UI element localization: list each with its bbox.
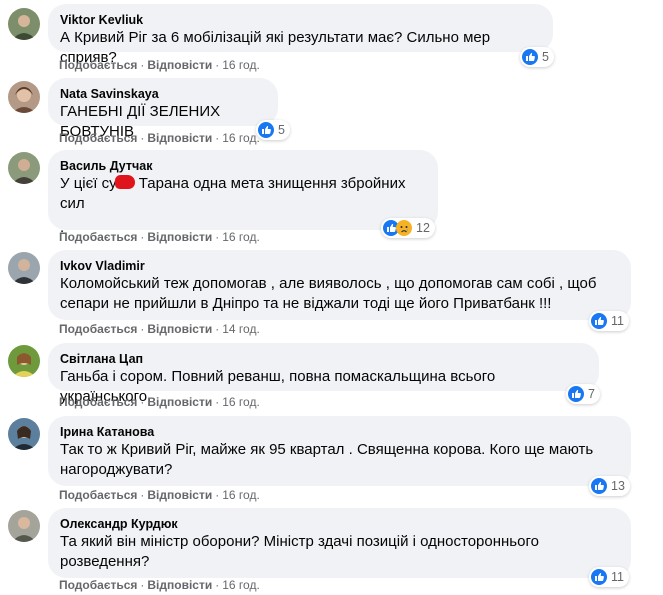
like-icon	[591, 313, 607, 329]
comment-text: У цієї су Тарана одна мета знищення збро…	[60, 175, 410, 212]
comment-text: Та який він міністр оборони? Міністр зда…	[60, 533, 544, 570]
reactions-summary[interactable]: 7	[566, 384, 600, 404]
comment-timestamp[interactable]: 14 год.	[222, 322, 260, 336]
comment-timestamp[interactable]: 16 год.	[222, 131, 260, 145]
comment-author[interactable]: Nata Savinskaya	[60, 86, 266, 102]
comment-bubble: Світлана Цап Ганьба і сором. Повний рева…	[48, 343, 599, 405]
reply-button[interactable]: Відповісти	[147, 578, 212, 592]
reply-button[interactable]: Відповісти	[147, 58, 212, 72]
like-icon	[591, 569, 607, 585]
sad-icon	[396, 220, 412, 236]
redaction-scribble	[114, 175, 135, 189]
comment-bubble: Василь Дутчак У цієї су Тарана одна мета…	[48, 150, 438, 236]
comment-bubble: Олександр Курдюк Та який він міністр обо…	[48, 508, 631, 578]
comment-bubble: Ivkov Vladimir Коломойський теж допомога…	[48, 250, 631, 320]
like-button[interactable]: Подобається	[59, 131, 137, 145]
comment-actions: Подобається · Відповісти · 16 год.	[59, 58, 260, 72]
like-icon	[522, 49, 538, 65]
reactions-summary[interactable]: 5	[256, 120, 290, 140]
reactions-summary[interactable]: 5	[520, 47, 554, 67]
avatar[interactable]	[8, 418, 40, 450]
avatar[interactable]	[8, 152, 40, 184]
avatar[interactable]	[8, 81, 40, 113]
comment-actions: Подобається · Відповісти · 16 год.	[59, 488, 260, 502]
like-icon	[258, 122, 274, 138]
comment-actions: Подобається · Відповісти · 16 год.	[59, 578, 260, 592]
like-button[interactable]: Подобається	[59, 488, 137, 502]
reply-button[interactable]: Відповісти	[147, 322, 212, 336]
comment-bubble: Ірина Катанова Так то ж Кривий Ріг, майж…	[48, 416, 631, 486]
reaction-count: 5	[542, 50, 549, 64]
reply-button[interactable]: Відповісти	[147, 230, 212, 244]
comment-author[interactable]: Viktor Kevliuk	[60, 12, 541, 28]
comment-timestamp[interactable]: 16 год.	[222, 488, 260, 502]
avatar[interactable]	[8, 252, 40, 284]
comment-author[interactable]: Ірина Катанова	[60, 424, 619, 440]
like-icon	[591, 478, 607, 494]
comment-text: Коломойський теж допомогав , але вияволо…	[60, 275, 601, 312]
like-button[interactable]: Подобається	[59, 322, 137, 336]
avatar[interactable]	[8, 345, 40, 377]
comment-actions: Подобається · Відповісти · 16 год.	[59, 131, 260, 145]
avatar[interactable]	[8, 8, 40, 40]
comment-bubble: Nata Savinskaya ГАНЕБНІ ДІЇ ЗЕЛЕНИХ БОВТ…	[48, 78, 278, 140]
reply-button[interactable]: Відповісти	[147, 488, 212, 502]
like-button[interactable]: Подобається	[59, 58, 137, 72]
avatar[interactable]	[8, 510, 40, 542]
comment-author[interactable]: Олександр Курдюк	[60, 516, 619, 532]
reactions-summary[interactable]: 13	[589, 476, 630, 496]
reactions-summary[interactable]: 11	[589, 311, 629, 331]
comment-timestamp[interactable]: 16 год.	[222, 395, 260, 409]
like-button[interactable]: Подобається	[59, 230, 137, 244]
comment-timestamp[interactable]: 16 год.	[222, 58, 260, 72]
like-button[interactable]: Подобається	[59, 395, 137, 409]
reaction-count: 11	[611, 570, 624, 584]
comment-author[interactable]: Василь Дутчак	[60, 158, 426, 174]
comment-actions: Подобається · Відповісти · 16 год.	[59, 395, 260, 409]
reactions-summary[interactable]: 11	[589, 567, 629, 587]
reaction-count: 11	[611, 314, 624, 328]
comment-timestamp[interactable]: 16 год.	[222, 578, 260, 592]
comment-bubble: Viktor Kevliuk А Кривий Ріг за 6 мобіліз…	[48, 4, 553, 66]
reaction-count: 5	[278, 123, 285, 137]
comment-actions: Подобається · Відповісти · 16 год.	[59, 230, 260, 244]
comment-timestamp[interactable]: 16 год.	[222, 230, 260, 244]
reaction-count: 7	[588, 387, 595, 401]
reactions-summary[interactable]: 12	[381, 218, 435, 238]
like-button[interactable]: Подобається	[59, 578, 137, 592]
comment-author[interactable]: Світлана Цап	[60, 351, 587, 367]
reply-button[interactable]: Відповісти	[147, 131, 212, 145]
comment-author[interactable]: Ivkov Vladimir	[60, 258, 619, 274]
comment-text: Так то ж Кривий Ріг, майже як 95 квартал…	[60, 441, 598, 478]
reaction-count: 13	[611, 479, 625, 493]
reply-button[interactable]: Відповісти	[147, 395, 212, 409]
reaction-count: 12	[416, 221, 430, 235]
comment-actions: Подобається · Відповісти · 14 год.	[59, 322, 260, 336]
like-icon	[568, 386, 584, 402]
